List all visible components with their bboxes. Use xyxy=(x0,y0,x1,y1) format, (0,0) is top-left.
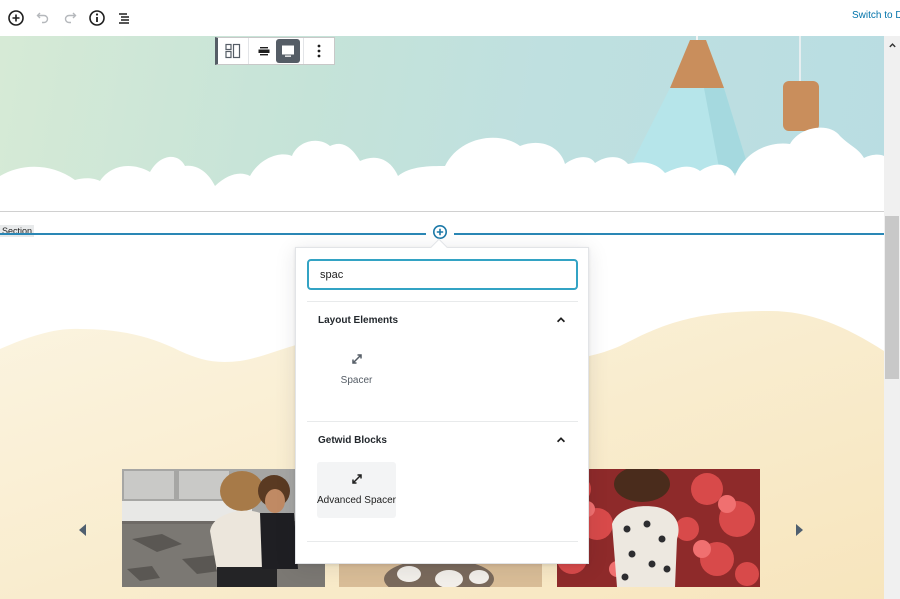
editor-window: Switch to D Section spac Layout Elements… xyxy=(0,0,900,599)
add-block-button[interactable] xyxy=(3,5,29,31)
block-toolbar xyxy=(215,37,335,65)
chevron-up-icon xyxy=(556,317,566,323)
hero-background-image xyxy=(0,36,884,212)
block-search-input[interactable] xyxy=(320,268,576,281)
more-options-group xyxy=(304,38,334,64)
caret-left-icon[interactable] xyxy=(78,524,88,536)
more-options-button[interactable] xyxy=(307,39,331,63)
block-item-label: Advanced Spacer xyxy=(317,495,396,506)
info-icon xyxy=(89,10,105,26)
panel-title-layout-elements[interactable]: Layout Elements xyxy=(318,315,398,326)
change-block-type-button[interactable] xyxy=(221,39,245,63)
caret-right-icon[interactable] xyxy=(794,524,804,536)
block-label-section: Section xyxy=(0,225,35,237)
panel-title-getwid-blocks[interactable]: Getwid Blocks xyxy=(318,435,387,446)
resize-arrows-icon xyxy=(351,354,362,364)
align-full-icon xyxy=(282,45,294,57)
ellipsis-vertical-icon xyxy=(317,44,321,58)
align-full-button[interactable] xyxy=(276,39,300,63)
sibling-inserter-button[interactable] xyxy=(432,224,448,240)
inserter-line-left xyxy=(0,233,426,235)
block-search-field[interactable] xyxy=(307,259,578,290)
plus-circle-icon xyxy=(8,10,24,26)
scroll-up-button[interactable] xyxy=(884,36,900,54)
divider xyxy=(307,421,578,422)
block-item-advanced-spacer[interactable]: Advanced Spacer xyxy=(317,462,396,518)
clouds xyxy=(0,127,884,212)
switch-to-draft-link[interactable]: Switch to D xyxy=(852,10,900,21)
info-button[interactable] xyxy=(84,5,110,31)
align-wide-icon xyxy=(258,47,270,56)
block-item-spacer[interactable]: Spacer xyxy=(317,342,396,398)
chevron-up-icon xyxy=(556,437,566,443)
block-navigation-button[interactable] xyxy=(111,5,137,31)
plus-circle-icon xyxy=(433,225,447,239)
divider xyxy=(307,541,578,542)
redo-icon xyxy=(64,12,77,24)
undo-icon xyxy=(36,12,49,24)
align-wide-button[interactable] xyxy=(252,39,276,63)
scroll-thumb[interactable] xyxy=(885,216,899,379)
panel-toggle-layout-elements[interactable] xyxy=(554,313,568,327)
list-icon xyxy=(119,13,129,24)
hero-section[interactable] xyxy=(0,36,884,212)
editor-top-toolbar: Switch to D xyxy=(0,0,900,36)
vertical-scrollbar[interactable] xyxy=(884,36,900,599)
panel-toggle-getwid-blocks[interactable] xyxy=(554,433,568,447)
inserter-line-right xyxy=(454,233,884,235)
block-item-label: Spacer xyxy=(340,375,373,386)
alignment-group xyxy=(249,38,304,64)
block-inserter-popover: Layout Elements Spacer Getwid Blocks Adv… xyxy=(295,247,589,564)
section-divider xyxy=(0,211,884,212)
media-text-icon xyxy=(225,43,241,59)
divider xyxy=(307,301,578,302)
redo-button[interactable] xyxy=(57,5,83,31)
lamp-wood-top xyxy=(670,40,724,88)
undo-button[interactable] xyxy=(30,5,56,31)
resize-arrows-icon xyxy=(351,474,362,484)
chevron-up-icon xyxy=(888,42,896,47)
block-switcher-group xyxy=(218,38,249,64)
small-lamp xyxy=(783,81,819,131)
